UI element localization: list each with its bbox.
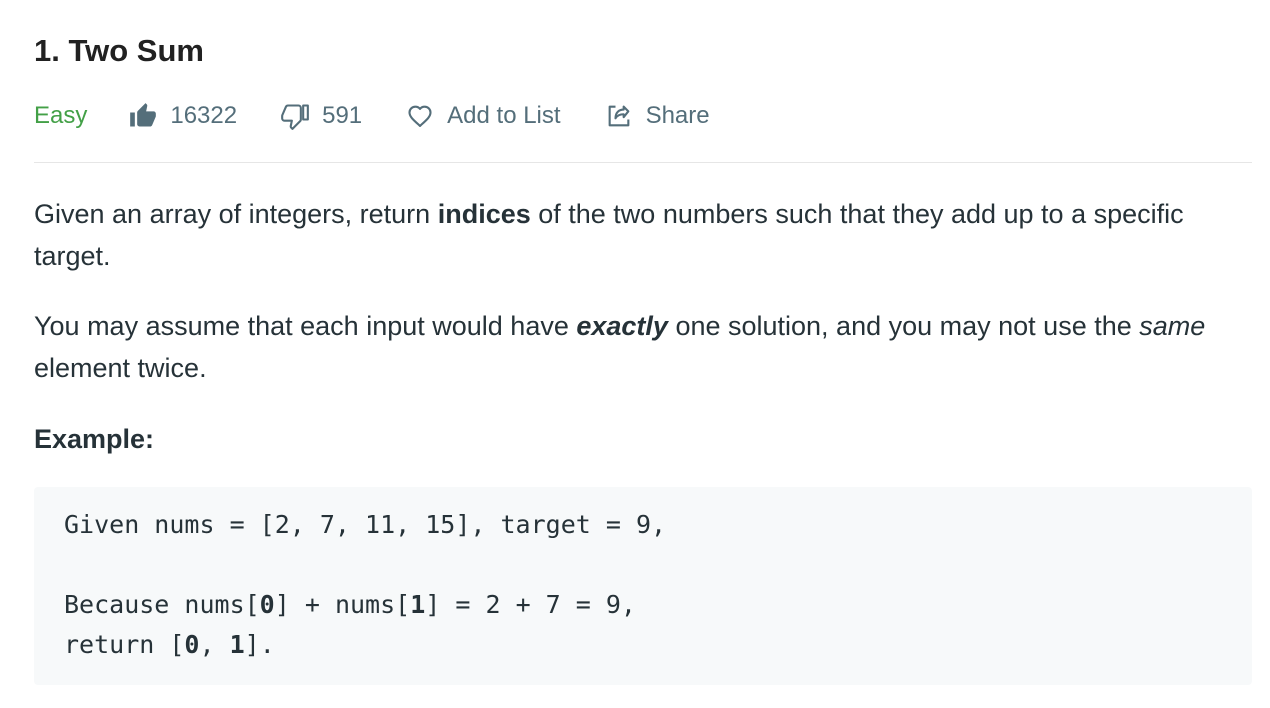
like-count: 16322	[170, 102, 238, 129]
description-emphasis: exactly	[576, 311, 668, 341]
code-bold: 1	[410, 590, 426, 619]
example-heading: Example:	[34, 424, 155, 454]
description-text: You may assume that each input would hav…	[34, 311, 577, 341]
code-text: ].	[244, 630, 275, 659]
thumbs-down-icon	[281, 102, 309, 130]
description-text: one solution, and you may not use the	[667, 311, 1140, 341]
description-italic: same	[1139, 311, 1206, 341]
share-button[interactable]: Share	[605, 102, 710, 130]
add-to-list-label: Add to List	[447, 102, 561, 129]
code-line: Given nums = [2, 7, 11, 15], target = 9,	[64, 510, 667, 539]
code-text: Because nums[	[64, 590, 260, 619]
code-text: ,	[199, 630, 230, 659]
example-code-block: Given nums = [2, 7, 11, 15], target = 9,…	[34, 487, 1252, 685]
problem-panel: 1. Two Sum Easy 16322 591 Add to List Sh…	[0, 0, 1270, 708]
like-button[interactable]: 16322	[129, 102, 237, 130]
problem-description: Given an array of integers, return indic…	[34, 193, 1224, 417]
code-line: Because nums[0] + nums[1] = 2 + 7 = 9,	[64, 585, 1222, 625]
code-text: return [	[64, 630, 185, 659]
share-icon	[605, 102, 633, 130]
code-bold: 0	[259, 590, 275, 619]
add-to-list-button[interactable]: Add to List	[406, 102, 561, 130]
description-text: element twice.	[34, 353, 207, 383]
code-bold: 0	[184, 630, 200, 659]
thumbs-up-icon	[129, 102, 157, 130]
description-emphasis: indices	[437, 199, 531, 229]
heart-icon	[406, 102, 434, 130]
problem-title: 1. Two Sum	[34, 33, 204, 68]
header-divider	[34, 162, 1252, 163]
difficulty-label: Easy	[34, 102, 88, 129]
code-text: ] = 2 + 7 = 9,	[425, 590, 636, 619]
code-bold: 1	[229, 630, 245, 659]
share-label: Share	[645, 102, 710, 129]
description-text: Given an array of integers, return	[34, 199, 438, 229]
description-paragraph-1: Given an array of integers, return indic…	[34, 193, 1224, 277]
dislike-count: 591	[322, 102, 363, 129]
code-line: return [0, 1].	[64, 625, 1222, 665]
dislike-button[interactable]: 591	[281, 102, 362, 130]
code-text: ] + nums[	[274, 590, 411, 619]
description-paragraph-2: You may assume that each input would hav…	[34, 305, 1224, 389]
problem-meta-bar: Easy 16322 591 Add to List Share	[34, 96, 754, 136]
